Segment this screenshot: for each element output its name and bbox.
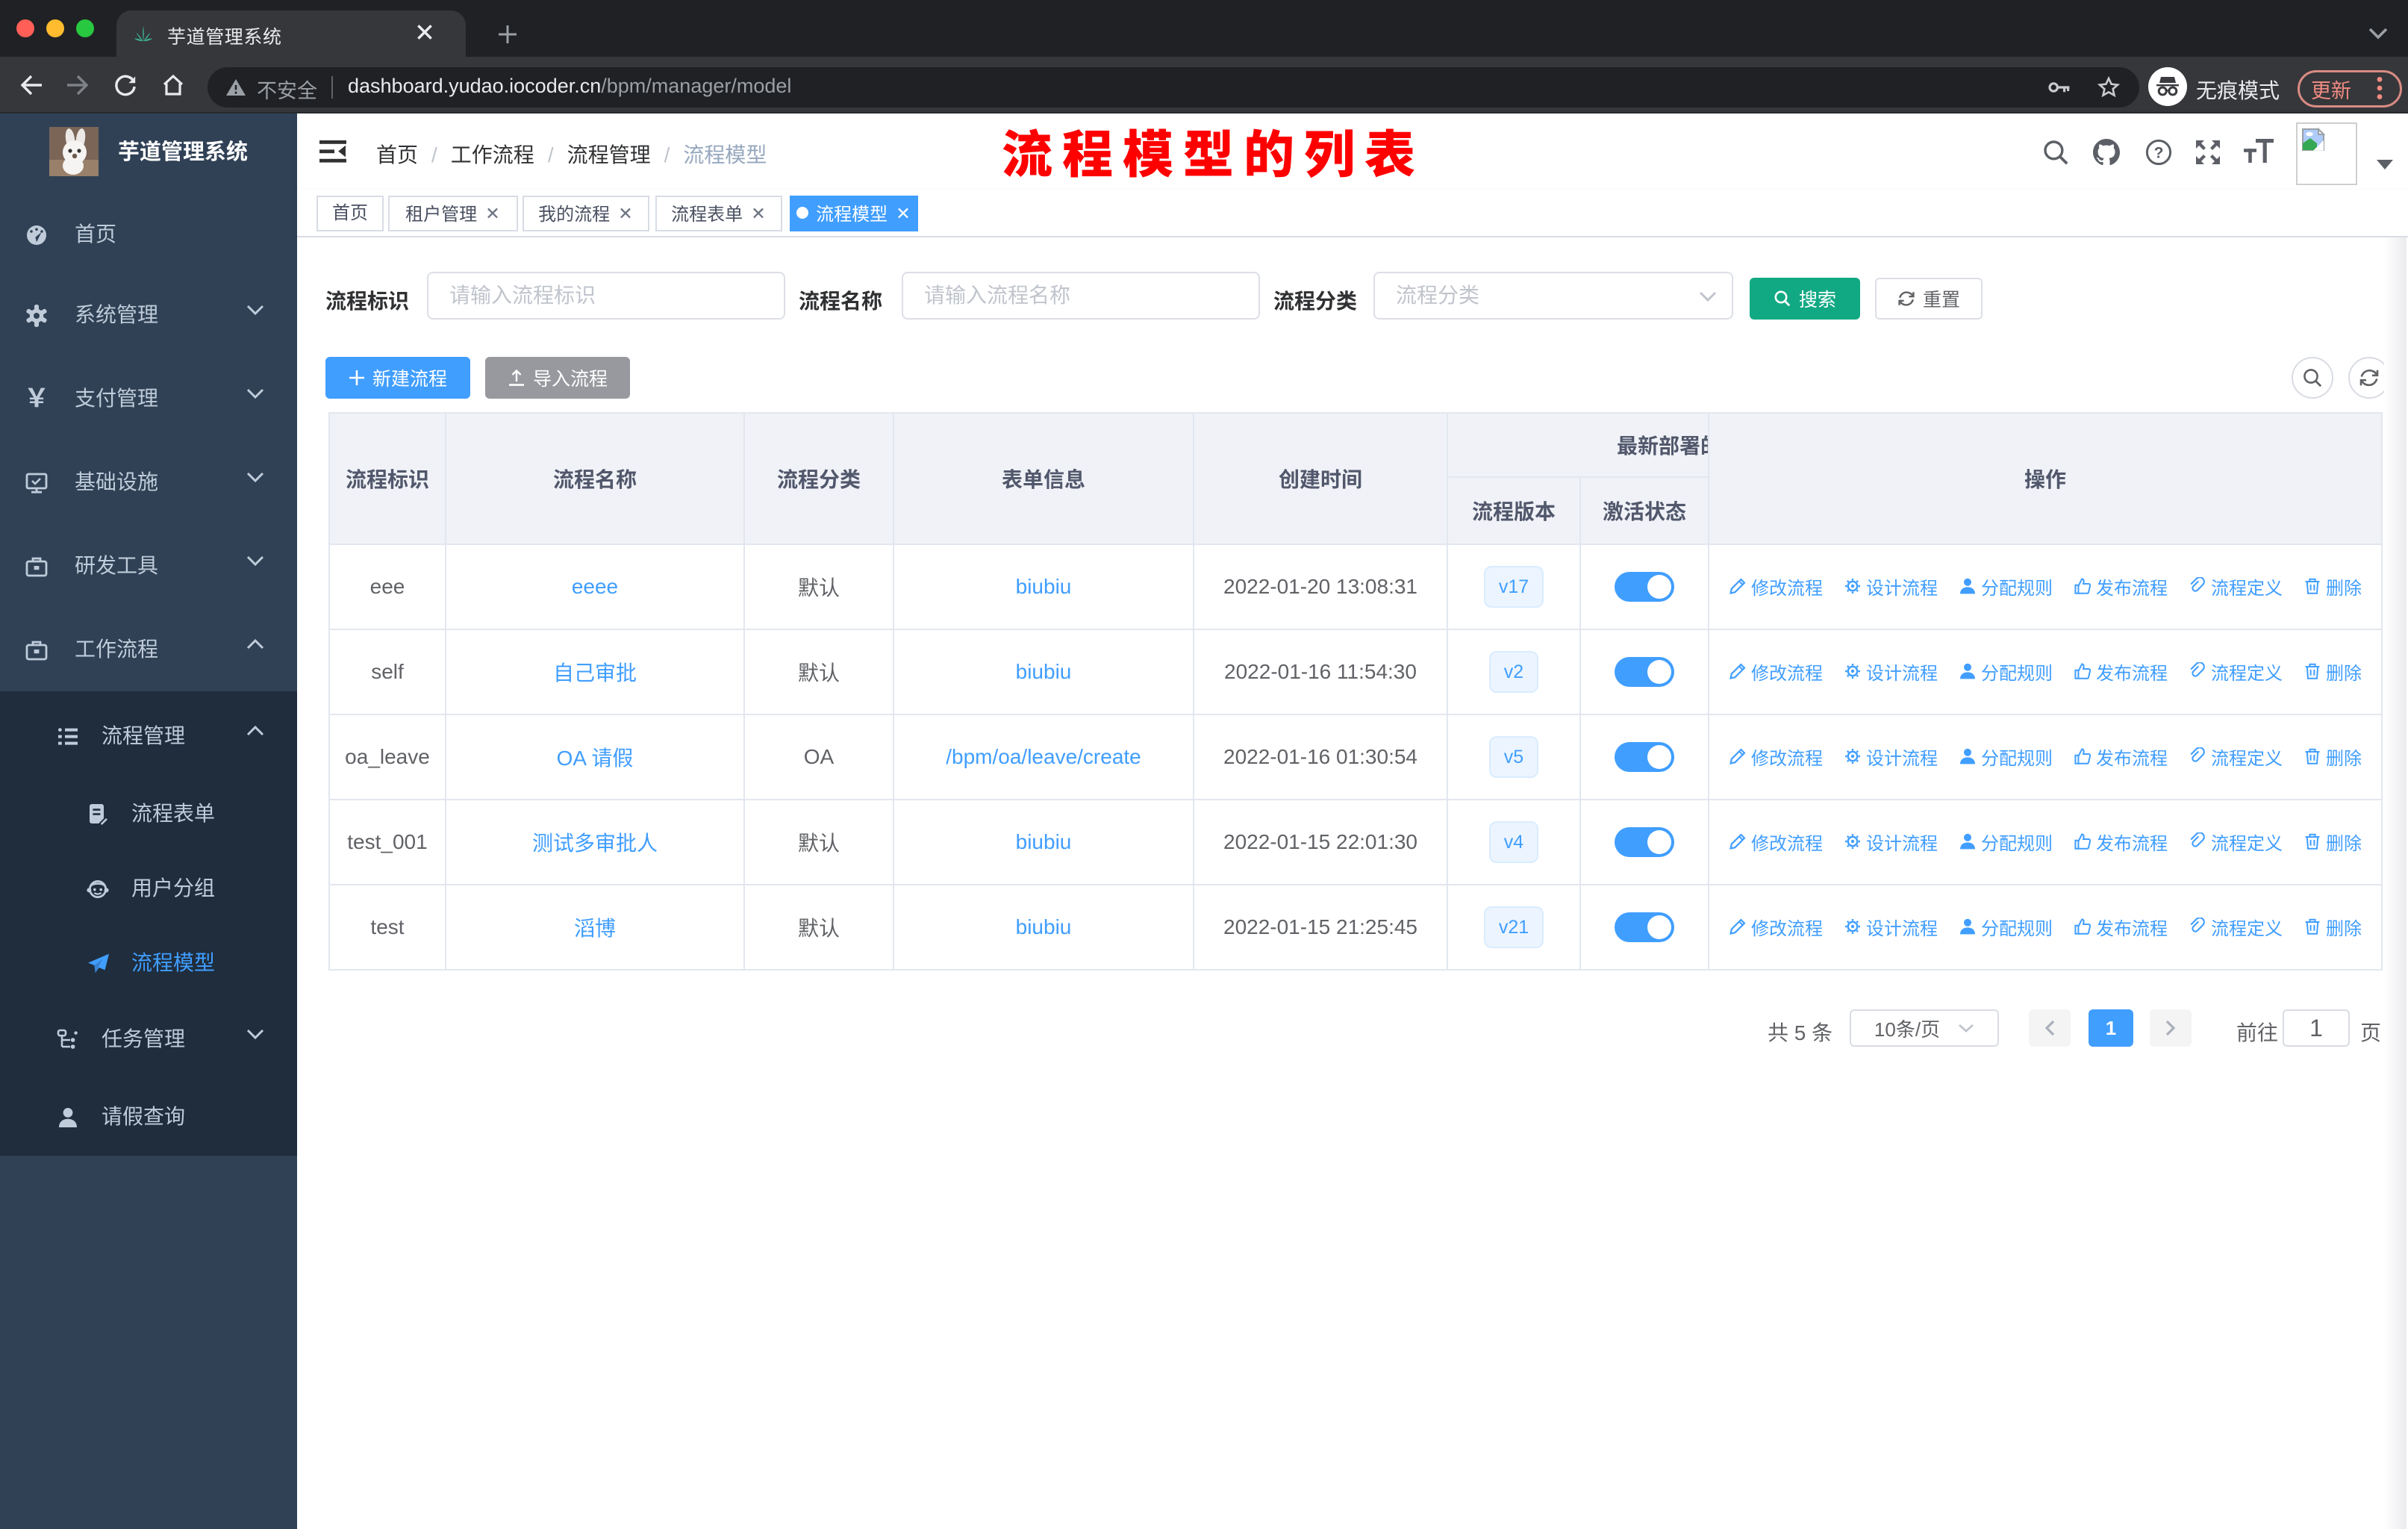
svg-text:?: ? — [2154, 145, 2164, 162]
